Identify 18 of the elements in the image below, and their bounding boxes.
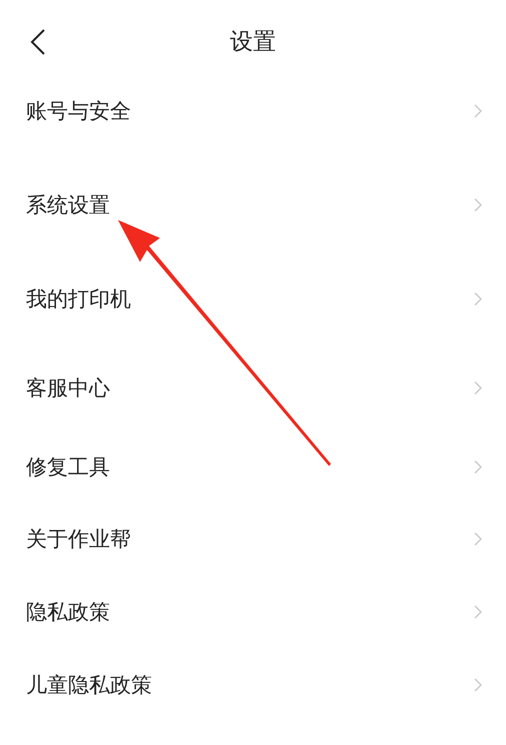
settings-item[interactable]: 修复工具 <box>0 430 506 503</box>
chevron-icon <box>474 532 482 546</box>
chevron-icon <box>474 381 482 395</box>
settings-item[interactable]: 儿童隐私政策 <box>0 648 506 722</box>
back-icon[interactable] <box>30 29 46 55</box>
chevron-icon <box>474 604 482 618</box>
chevron-icon <box>474 460 482 474</box>
settings-item[interactable]: 关于作业帮 <box>0 503 506 575</box>
chevron-icon <box>474 104 482 118</box>
settings-item[interactable]: 客服中心 <box>0 346 506 430</box>
settings-item[interactable]: 系统设置 <box>0 158 506 252</box>
page-title: 设置 <box>230 28 276 56</box>
settings-item[interactable]: 账号与安全 <box>0 63 506 158</box>
chevron-icon <box>474 678 482 692</box>
settings-item[interactable]: 隐私政策 <box>0 575 506 648</box>
chevron-icon <box>474 292 482 306</box>
settings-item[interactable]: 我的打印机 <box>0 252 506 346</box>
chevron-icon <box>474 198 482 212</box>
